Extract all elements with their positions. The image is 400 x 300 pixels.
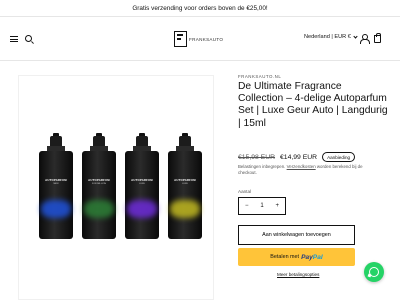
bottle-1-sub: NEW — [53, 183, 59, 185]
price-row: €15,98 EUR €14,99 EUR Aanbieding — [238, 152, 356, 162]
logo-mark-icon — [174, 31, 187, 47]
paypal-logo: PayPal — [301, 254, 323, 261]
bottle-1-glow — [41, 200, 71, 218]
paypal-prefix: Betalen met — [270, 254, 300, 260]
product-image[interactable]: AUTOPARFUM NEW AUTOPARFUM FOR MILLION AU… — [18, 75, 214, 300]
locale-selector[interactable]: Nederland | EUR € — [304, 33, 358, 40]
announcement-bar: Gratis verzending voor orders boven de €… — [0, 0, 400, 17]
paypal-logo-pay: Pay — [301, 253, 313, 261]
add-to-cart-button[interactable]: Aan winkelwagen toevoegen — [238, 225, 355, 245]
logo-text: FRANKSAUTO — [189, 36, 224, 42]
quantity-input[interactable]: 1 — [260, 203, 263, 209]
user-icon[interactable] — [360, 34, 370, 44]
bottle-3-sub: LUXE — [139, 183, 145, 185]
bottle-4-sub: LUXE — [182, 183, 188, 185]
paypal-button[interactable]: Betalen met PayPal — [238, 248, 355, 266]
bottle-4-label: AUTOPARFUM — [174, 178, 196, 182]
shipping-link[interactable]: Verzendkosten — [287, 164, 316, 169]
paypal-logo-pal: Pal — [312, 253, 323, 261]
bottle-3-glow — [127, 200, 157, 218]
locale-label: Nederland | EUR € — [304, 34, 351, 40]
quantity-minus-button[interactable]: − — [245, 203, 249, 209]
quantity-plus-button[interactable]: + — [275, 203, 279, 209]
site-header: FRANKSAUTO Nederland | EUR € — [0, 17, 400, 61]
bottle-1-label: AUTOPARFUM — [45, 178, 67, 182]
quantity-stepper: − 1 + — [238, 197, 286, 215]
product-title: De Ultimate Fragrance Collection – 4-del… — [238, 81, 388, 129]
hamburger-icon[interactable] — [10, 36, 18, 42]
tax-text: Belastingen inbegrepen. — [238, 164, 286, 169]
product-vendor: FRANKSAUTO.NL — [238, 74, 282, 79]
tax-note: Belastingen inbegrepen. Verzendkosten wo… — [238, 164, 378, 176]
price-old: €15,98 EUR — [238, 153, 276, 161]
bottle-2-glow — [84, 200, 114, 218]
cart-icon[interactable] — [374, 33, 381, 43]
bottle-2-sub: FOR MILLION — [92, 183, 106, 185]
bottle-4-glow — [170, 200, 200, 218]
bottle-2-label: AUTOPARFUM — [88, 178, 110, 182]
sale-badge: Aanbieding — [322, 152, 356, 162]
logo[interactable]: FRANKSAUTO — [174, 29, 226, 49]
whatsapp-icon[interactable] — [364, 262, 384, 282]
chevron-down-icon — [353, 33, 358, 39]
search-icon[interactable] — [25, 35, 32, 42]
quantity-label: Aantal — [238, 189, 252, 194]
price-new: €14,99 EUR — [280, 153, 318, 161]
bottle-3-label: AUTOPARFUM — [131, 178, 153, 182]
more-payment-options-link[interactable]: Meer betalingsopties — [277, 272, 319, 277]
